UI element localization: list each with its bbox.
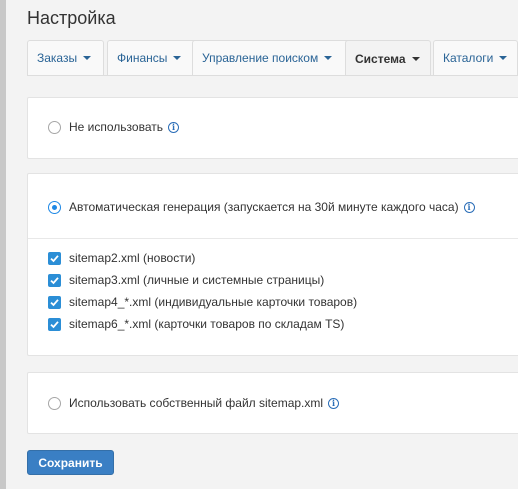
option-auto[interactable]: Автоматическая генерация (запускается на… <box>48 200 475 214</box>
option-panel-auto: Автоматическая генерация (запускается на… <box>27 173 518 356</box>
page-title: Настройка <box>27 8 116 28</box>
sitemap-item[interactable]: sitemap2.xml (новости) <box>48 251 195 265</box>
info-icon[interactable]: i <box>463 201 475 213</box>
caret-down-icon <box>499 56 508 60</box>
sitemap-label: sitemap3.xml (личные и системные страниц… <box>69 273 325 287</box>
sitemap-item[interactable]: sitemap4_*.xml (индивидуальные карточки … <box>48 295 357 309</box>
option-auto-label: Автоматическая генерация (запускается на… <box>69 200 459 214</box>
left-scroll-strip <box>0 0 6 489</box>
panel-divider <box>28 238 518 239</box>
caret-down-icon <box>411 56 420 61</box>
option-none[interactable]: Не использовать i <box>48 120 179 134</box>
tab-label: Заказы <box>37 51 78 65</box>
checkbox-sitemap3[interactable] <box>48 273 61 287</box>
checkbox-sitemap2[interactable] <box>48 251 61 265</box>
sitemap-label: sitemap6_*.xml (карточки товаров по скла… <box>69 317 345 331</box>
save-button[interactable]: Сохранить <box>27 450 114 475</box>
tab-label: Система <box>355 51 406 66</box>
radio-auto[interactable] <box>48 200 61 214</box>
check-icon <box>50 276 59 284</box>
sitemap-item[interactable]: sitemap6_*.xml (карточки товаров по скла… <box>48 317 344 331</box>
tab-search-management[interactable]: Управление поиском <box>192 40 370 75</box>
tab-system[interactable]: Система <box>345 40 431 76</box>
radio-none[interactable] <box>48 120 61 134</box>
tab-bar: Заказы Финансы Управление поиском Систем… <box>27 40 518 76</box>
option-custom[interactable]: Использовать собственный файл sitemap.xm… <box>48 396 340 410</box>
option-panel-custom: Использовать собственный файл sitemap.xm… <box>27 372 518 434</box>
check-icon <box>50 298 59 306</box>
tab-orders[interactable]: Заказы <box>27 40 104 75</box>
option-none-label: Не использовать <box>69 120 163 134</box>
info-icon[interactable]: i <box>167 121 179 133</box>
tab-label: Управление поиском <box>202 51 319 65</box>
checkbox-sitemap4[interactable] <box>48 295 61 309</box>
caret-down-icon <box>83 56 92 60</box>
sitemap-item[interactable]: sitemap3.xml (личные и системные страниц… <box>48 273 324 287</box>
check-icon <box>50 254 59 262</box>
radio-custom[interactable] <box>48 396 61 410</box>
caret-down-icon <box>324 56 333 60</box>
sitemap-label: sitemap2.xml (новости) <box>69 251 196 265</box>
tab-label: Финансы <box>117 51 168 65</box>
option-panel-none: Не использовать i <box>27 97 518 159</box>
info-icon[interactable]: i <box>328 397 340 409</box>
tab-catalogs[interactable]: Каталоги <box>433 40 518 75</box>
sitemap-label: sitemap4_*.xml (индивидуальные карточки … <box>69 295 358 309</box>
tab-bar-underline <box>27 75 518 76</box>
option-custom-label: Использовать собственный файл sitemap.xm… <box>69 396 324 410</box>
check-icon <box>50 320 59 328</box>
tab-label: Каталоги <box>443 51 494 65</box>
checkbox-sitemap6[interactable] <box>48 317 61 331</box>
caret-down-icon <box>173 56 182 60</box>
